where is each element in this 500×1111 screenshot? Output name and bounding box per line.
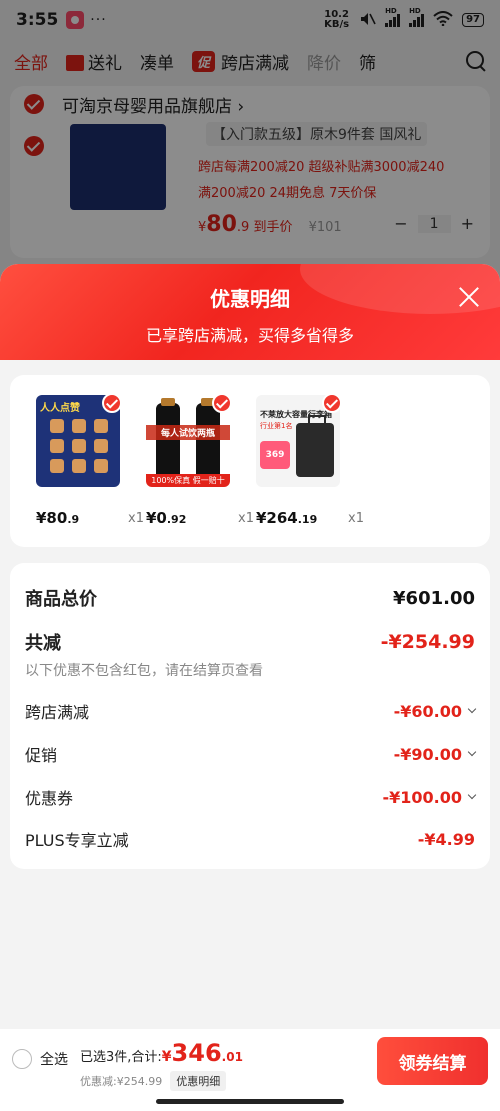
select-all-radio[interactable] xyxy=(12,1049,32,1069)
discount-label: 优惠券 xyxy=(25,789,74,808)
discount-row-coupon[interactable]: 优惠券 -¥100.00 xyxy=(25,785,477,809)
selected-items-card: 人人点赞 ¥80.9 x1 每人试饮两瓶 100%保真 假一赔十 ¥0.92 x… xyxy=(10,375,490,547)
item-selected-check-icon xyxy=(102,393,122,413)
discount-label: 跨店满减 xyxy=(25,703,90,722)
reduction-label: 共减 xyxy=(25,633,61,654)
discount-total: 优惠减:¥254.99 xyxy=(80,1075,163,1088)
discount-amount: -¥100.00 xyxy=(382,787,462,807)
checkout-bar: 全选 已选3件,合计: ¥ 346 .01 优惠减:¥254.99 优惠明细 领… xyxy=(0,1029,500,1111)
product-image-rank: 行业第1名 xyxy=(260,422,293,430)
discount-label: 促销 xyxy=(25,746,58,765)
discount-label: PLUS专享立减 xyxy=(25,831,129,850)
item-selected-check-icon xyxy=(212,393,232,413)
product-image-title: 人人点赞 xyxy=(40,403,80,414)
chevron-down-icon xyxy=(467,747,477,757)
item-price-int: ¥264 xyxy=(256,509,298,527)
total-line: 已选3件,合计: ¥ 346 .01 xyxy=(80,1039,243,1067)
discount-row-cross-store[interactable]: 跨店满减 -¥60.00 xyxy=(25,699,477,723)
discount-value: -¥60.00 xyxy=(393,701,477,721)
total-price-value: ¥601.00 xyxy=(393,587,475,609)
total-currency: ¥ xyxy=(161,1049,172,1065)
item-price-dec: .92 xyxy=(166,513,187,526)
discount-amount: -¥60.00 xyxy=(393,701,462,721)
item-price-dec: .9 xyxy=(67,513,80,526)
item-quantity: x1 xyxy=(128,511,144,526)
discount-value: -¥100.00 xyxy=(382,787,477,807)
chevron-down-icon xyxy=(467,704,477,714)
close-icon[interactable] xyxy=(458,286,480,308)
product-image-banner: 每人试饮两瓶 xyxy=(146,425,230,440)
checkout-button[interactable]: 领券结算 xyxy=(377,1037,488,1085)
discount-amount: -¥90.00 xyxy=(393,744,462,764)
item-price-int: ¥0 xyxy=(146,509,167,527)
discount-note: 以下优惠不包含红包，请在结算页查看 xyxy=(25,663,263,679)
discount-amount: -¥4.99 xyxy=(417,829,475,849)
discount-value: -¥90.00 xyxy=(393,744,477,764)
reduction-row: 共减 -¥254.99 xyxy=(25,629,475,655)
product-image-badge: 369 xyxy=(260,441,290,469)
item-price-int: ¥80 xyxy=(36,509,68,527)
total-integer: 346 xyxy=(171,1039,222,1067)
price-summary-card: 商品总价 ¥601.00 共减 -¥254.99 以下优惠不包含红包，请在结算页… xyxy=(10,563,490,869)
item-price: ¥80.9 xyxy=(36,509,79,527)
discount-value: -¥4.99 xyxy=(418,830,475,849)
reduction-value: -¥254.99 xyxy=(380,631,475,653)
item-quantity: x1 xyxy=(348,511,364,526)
select-all[interactable]: 全选 xyxy=(12,1049,68,1069)
item-quantity: x1 xyxy=(238,511,254,526)
chevron-down-icon xyxy=(467,790,477,800)
product-image-footer: 100%保真 假一赔十 xyxy=(146,474,230,487)
item-price: ¥264.19 xyxy=(256,509,317,527)
total-price-row: 商品总价 ¥601.00 xyxy=(25,585,475,611)
item-selected-check-icon xyxy=(322,393,342,413)
discount-summary: 优惠减:¥254.99 优惠明细 xyxy=(80,1071,227,1091)
sheet-title: 优惠明细 xyxy=(210,287,290,311)
discount-row-plus: PLUS专享立减 -¥4.99 xyxy=(25,827,475,851)
total-price-label: 商品总价 xyxy=(25,589,97,610)
discount-row-promotion[interactable]: 促销 -¥90.00 xyxy=(25,742,477,766)
select-all-label: 全选 xyxy=(40,1052,68,1068)
sheet-subtitle: 已享跨店满减，买得多省得多 xyxy=(145,326,354,345)
total-decimal: .01 xyxy=(221,1050,243,1064)
suitcase-icon xyxy=(296,415,334,477)
item-price-dec: .19 xyxy=(297,513,318,526)
discount-detail-button[interactable]: 优惠明细 xyxy=(170,1071,227,1091)
selected-count: 已选3件,合计: xyxy=(80,1050,162,1065)
item-price: ¥0.92 xyxy=(146,509,186,527)
discount-detail-sheet: 优惠明细 已享跨店满减，买得多省得多 人人点赞 ¥80.9 x1 每人试饮两瓶 … xyxy=(0,264,500,1111)
home-indicator xyxy=(156,1099,344,1104)
sheet-header: 优惠明细 已享跨店满减，买得多省得多 xyxy=(0,264,500,360)
